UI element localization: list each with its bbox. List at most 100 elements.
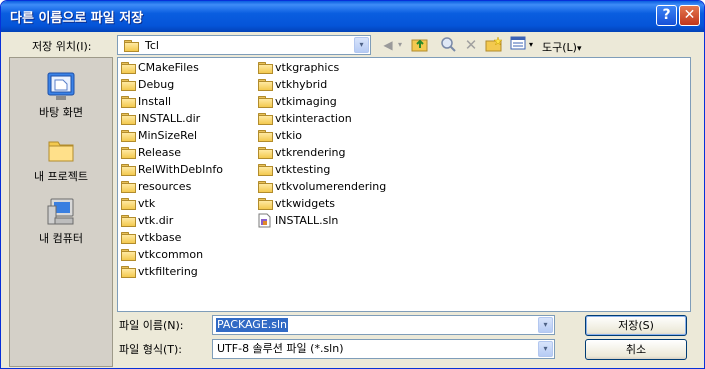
folder-item[interactable]: vtkimaging [256,93,386,110]
folder-name: resources [138,180,192,193]
folder-item[interactable]: CMakeFiles [119,59,223,76]
folder-icon [258,164,273,176]
folder-icon [121,249,136,261]
folder-icon [121,232,136,244]
folder-icon [121,79,136,91]
save-button[interactable]: 저장(S) [585,315,687,336]
place-my-computer[interactable]: 내 컴퓨터 [10,196,112,246]
place-label: 바탕 화면 [39,106,83,119]
folder-item[interactable]: INSTALL.dir [119,110,223,127]
filetype-value: UTF-8 솔루션 파일 (*.sln) [217,342,344,355]
folder-name: vtkgraphics [275,61,340,74]
folder-item[interactable]: Debug [119,76,223,93]
file-list[interactable]: CMakeFiles Debug Install INSTALL.dir Min… [117,57,691,312]
place-label: 내 프로젝트 [33,170,89,183]
new-folder-icon[interactable] [485,36,503,54]
views-icon[interactable] [509,36,527,54]
folder-name: Install [138,95,172,108]
views-dropdown-icon[interactable]: ▾ [527,36,535,54]
folder-icon [258,181,273,193]
folder-icon [121,266,136,278]
folder-icon [121,147,136,159]
folder-item[interactable]: Install [119,93,223,110]
place-desktop[interactable]: 바탕 화면 [10,70,112,120]
folder-name: vtkimaging [275,95,337,108]
search-web-icon[interactable] [439,36,457,54]
cancel-button[interactable]: 취소 [585,339,687,360]
folder-name: vtkcommon [138,248,204,261]
desktop-icon [45,70,77,102]
folder-icon [121,130,136,142]
folder-item[interactable]: vtkrendering [256,144,386,161]
folder-icon [121,113,136,125]
folder-name: vtkinteraction [275,112,352,125]
close-button[interactable]: ✕ [679,5,700,26]
folder-item[interactable]: vtkvolumerendering [256,178,386,195]
folder-icon [258,130,273,142]
folder-icon [258,79,273,91]
file-name: INSTALL.sln [275,214,339,227]
folder-name: vtkwidgets [275,197,336,210]
chevron-down-icon[interactable]: ▾ [354,37,369,53]
folder-name: vtkrendering [275,146,346,159]
folder-item[interactable]: RelWithDebInfo [119,161,223,178]
folder-name: Debug [138,78,175,91]
places-bar: 바탕 화면 내 프로젝트 내 컴퓨터 [9,57,113,367]
folder-item[interactable]: resources [119,178,223,195]
my-computer-icon [45,196,77,228]
folder-item[interactable]: vtk.dir [119,212,223,229]
folder-name: vtktesting [275,163,331,176]
help-button[interactable]: ? [656,5,677,26]
file-item[interactable]: INSTALL.sln [256,212,386,229]
folder-name: CMakeFiles [138,61,199,74]
folder-item[interactable]: vtkinteraction [256,110,386,127]
back-dropdown-icon[interactable]: ▾ [396,36,404,54]
back-icon[interactable]: ◀ [379,36,397,54]
folder-item[interactable]: vtkgraphics [256,59,386,76]
folder-item[interactable]: vtkhybrid [256,76,386,93]
folder-name: vtkhybrid [275,78,328,91]
folder-name: vtkbase [138,231,182,244]
chevron-down-icon[interactable]: ▾ [538,317,553,333]
folder-name: Release [138,146,181,159]
folder-icon [121,62,136,74]
folder-item[interactable]: vtk [119,195,223,212]
folder-name: MinSizeRel [138,129,198,142]
delete-icon[interactable]: ✕ [462,36,480,54]
folder-item[interactable]: vtkfiltering [119,263,223,280]
folder-icon [258,96,273,108]
folder-item[interactable]: vtkwidgets [256,195,386,212]
folder-item[interactable]: vtkbase [119,229,223,246]
filename-value: PACKAGE.sln [216,318,289,332]
tools-menu[interactable]: 도구(L)▾ [542,39,581,55]
title-bar[interactable]: 다른 이름으로 파일 저장 ? ✕ [1,1,704,32]
file-list-column-2: vtkgraphics vtkhybrid vtkimaging vtkinte… [256,59,386,229]
up-folder-icon[interactable] [411,36,429,54]
folder-name: vtkio [275,129,302,142]
tools-menu-arrow: ▾ [576,44,582,54]
filename-input[interactable]: PACKAGE.sln ▾ [212,315,555,335]
folder-item[interactable]: MinSizeRel [119,127,223,144]
save-in-label: 저장 위치(I): [32,40,92,53]
folder-icon [121,96,136,108]
folder-item[interactable]: Release [119,144,223,161]
folder-item[interactable]: vtkcommon [119,246,223,263]
folder-icon [121,164,136,176]
folder-name: vtk.dir [138,214,174,227]
place-label: 내 컴퓨터 [39,232,83,245]
chevron-down-icon[interactable]: ▾ [538,341,553,357]
folder-item[interactable]: vtktesting [256,161,386,178]
my-projects-folder-icon [45,134,77,166]
tools-menu-label: 도구(L) [542,41,577,54]
save-in-value: Tcl [145,39,159,52]
folder-name: INSTALL.dir [138,112,201,125]
folder-icon [121,181,136,193]
folder-name: RelWithDebInfo [138,163,223,176]
folder-icon [258,198,273,210]
folder-item[interactable]: vtkio [256,127,386,144]
place-my-projects[interactable]: 내 프로젝트 [10,134,112,184]
filetype-dropdown[interactable]: UTF-8 솔루션 파일 (*.sln) ▾ [212,339,555,359]
folder-icon [121,198,136,210]
folder-icon [121,215,136,227]
save-in-dropdown[interactable]: Tcl ▾ [117,35,371,55]
